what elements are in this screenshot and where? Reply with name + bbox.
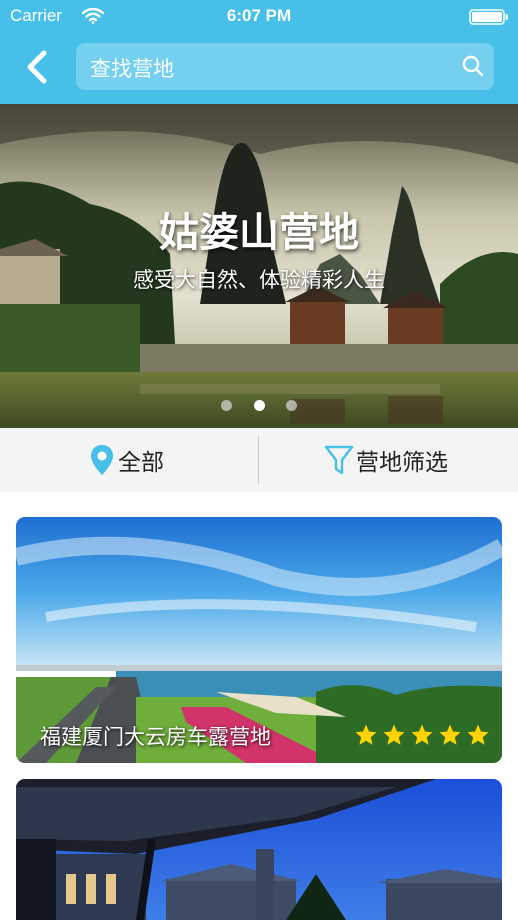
rating-stars bbox=[354, 723, 490, 747]
page-dot-active[interactable] bbox=[253, 400, 265, 411]
banner-subtitle: 感受大自然、体验精彩人生 bbox=[133, 268, 385, 292]
filter-camp-button[interactable]: 营地筛选 bbox=[324, 428, 448, 492]
filter-funnel-icon bbox=[324, 445, 354, 475]
camp-card[interactable]: 福建厦门大云房车露营地 bbox=[16, 517, 502, 763]
page-dot[interactable] bbox=[285, 400, 297, 411]
banner-title: 姑婆山营地 bbox=[159, 210, 359, 256]
back-arrow-icon[interactable] bbox=[24, 50, 52, 84]
battery-icon bbox=[469, 9, 508, 25]
camp-image bbox=[16, 779, 502, 920]
status-time: 6:07 PM bbox=[226, 6, 292, 25]
star-icon bbox=[439, 724, 461, 745]
camp-name: 福建厦门大云房车露营地 bbox=[40, 725, 271, 749]
divider bbox=[258, 436, 259, 484]
status-bar: Carrier 6:07 PM bbox=[0, 0, 518, 34]
search-bar[interactable]: 查找营地 bbox=[76, 43, 494, 90]
filter-camp-label: 营地筛选 bbox=[356, 450, 448, 476]
camp-card[interactable] bbox=[16, 779, 502, 920]
search-input[interactable]: 查找营地 bbox=[90, 53, 174, 83]
star-icon bbox=[383, 724, 405, 745]
star-icon bbox=[355, 724, 377, 745]
filter-all-button[interactable]: 全部 bbox=[90, 428, 164, 492]
search-icon[interactable] bbox=[462, 55, 484, 77]
page-dot[interactable] bbox=[221, 400, 233, 411]
filter-bar: 全部 营地筛选 bbox=[0, 428, 518, 492]
header: Carrier 6:07 PM 查找营地 bbox=[0, 0, 518, 104]
star-icon bbox=[467, 724, 489, 745]
star-icon bbox=[411, 724, 433, 745]
banner-carousel[interactable]: 姑婆山营地 感受大自然、体验精彩人生 bbox=[0, 104, 518, 428]
location-pin-icon bbox=[91, 445, 113, 475]
filter-all-label: 全部 bbox=[118, 450, 164, 476]
page-indicator[interactable] bbox=[0, 396, 518, 415]
